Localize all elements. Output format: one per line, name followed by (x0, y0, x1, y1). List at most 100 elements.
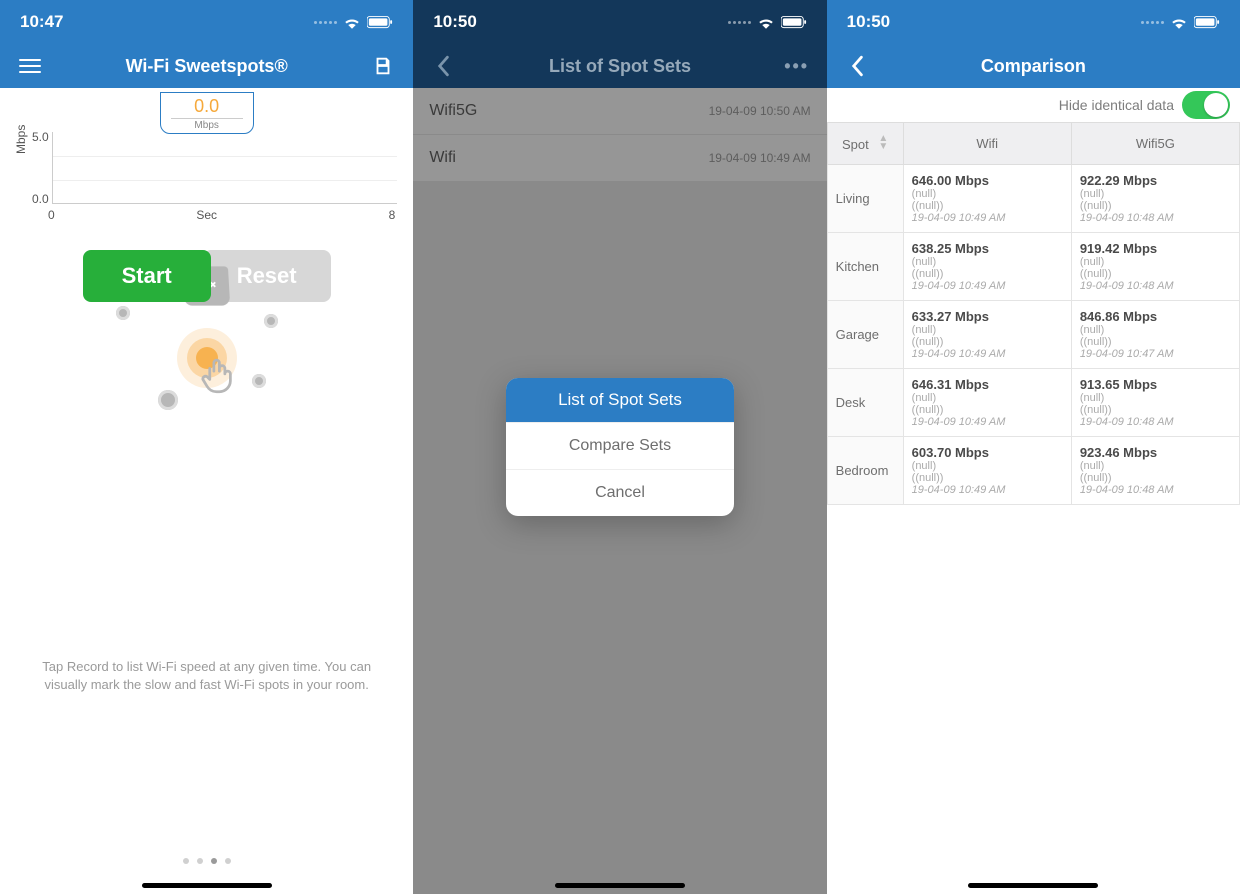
x-tick-max: 8 (389, 208, 396, 222)
start-button[interactable]: Start (83, 250, 211, 302)
cell-timestamp: 19-04-09 10:47 AM (1080, 348, 1231, 360)
data-cell-a: 603.70 Mbps(null)((null))19-04-09 10:49 … (903, 437, 1071, 505)
cell-speed: 633.27 Mbps (912, 309, 1063, 324)
cell-speed: 846.86 Mbps (1080, 309, 1231, 324)
table-row: Kitchen638.25 Mbps(null)((null))19-04-09… (827, 233, 1239, 301)
y-tick-min: 0.0 (32, 192, 49, 206)
cell-timestamp: 19-04-09 10:49 AM (912, 416, 1063, 428)
main-content: 0.0 Mbps 5.0 0.0 Mbps 0 Sec 8 Start Rese… (0, 88, 413, 894)
cell-null: ((null)) (912, 404, 1063, 416)
speed-chart: 0.0 Mbps 5.0 0.0 Mbps 0 Sec 8 (8, 100, 405, 236)
save-icon (372, 55, 394, 77)
cancel-button[interactable]: Cancel (506, 469, 734, 516)
cell-speed: 922.29 Mbps (1080, 173, 1231, 188)
data-cell-b: 919.42 Mbps(null)((null))19-04-09 10:48 … (1071, 233, 1239, 301)
table-row: Bedroom603.70 Mbps(null)((null))19-04-09… (827, 437, 1239, 505)
cell-null: ((null)) (1080, 472, 1231, 484)
x-tick-min: 0 (48, 208, 55, 222)
save-button[interactable] (367, 55, 399, 77)
sheet-title: List of Spot Sets (506, 378, 734, 422)
modal-overlay[interactable]: List of Spot Sets Compare Sets Cancel (413, 0, 826, 894)
status-bar: 10:50 (827, 0, 1240, 44)
cell-null: ((null)) (912, 472, 1063, 484)
screen-comparison: 10:50 Comparison Hide identical data Spo… (827, 0, 1240, 894)
spot-dot-icon (158, 390, 178, 410)
compare-sets-button[interactable]: Compare Sets (506, 422, 734, 469)
page-indicator[interactable] (0, 858, 413, 864)
wifi-icon (1170, 15, 1188, 29)
cell-speed: 919.42 Mbps (1080, 241, 1231, 256)
page-dot (211, 858, 217, 864)
data-cell-b: 923.46 Mbps(null)((null))19-04-09 10:48 … (1071, 437, 1239, 505)
home-indicator[interactable] (142, 883, 272, 888)
spot-cell: Living (827, 165, 903, 233)
column-label: Spot (842, 137, 869, 152)
cell-speed: 646.00 Mbps (912, 173, 1063, 188)
chart-grid (52, 132, 397, 204)
cell-null: (null) (1080, 324, 1231, 336)
clock: 10:47 (20, 12, 63, 32)
cell-null: (null) (912, 256, 1063, 268)
column-header-spot[interactable]: Spot ▲▼ (827, 123, 903, 165)
status-icons (1141, 15, 1220, 29)
cell-null: (null) (1080, 256, 1231, 268)
cell-null: (null) (912, 324, 1063, 336)
wifi-icon (343, 15, 361, 29)
hint-text: Tap Record to list Wi-Fi speed at any gi… (8, 658, 405, 694)
cell-dots-icon (314, 21, 337, 24)
spot-cell: Kitchen (827, 233, 903, 301)
tap-hand-icon (201, 356, 235, 405)
cell-speed: 923.46 Mbps (1080, 445, 1231, 460)
speed-value: 0.0 (161, 97, 253, 115)
cell-null: (null) (912, 392, 1063, 404)
action-sheet: List of Spot Sets Compare Sets Cancel (506, 378, 734, 516)
spot-dot-icon (252, 374, 266, 388)
spot-cell: Desk (827, 369, 903, 437)
cell-timestamp: 19-04-09 10:49 AM (912, 212, 1063, 224)
cell-null: (null) (912, 188, 1063, 200)
column-header-a[interactable]: Wifi (903, 123, 1071, 165)
data-cell-b: 913.65 Mbps(null)((null))19-04-09 10:48 … (1071, 369, 1239, 437)
nav-bar: Comparison (827, 44, 1240, 88)
button-row: Start Reset (8, 250, 405, 302)
data-cell-b: 846.86 Mbps(null)((null))19-04-09 10:47 … (1071, 301, 1239, 369)
data-cell-a: 646.31 Mbps(null)((null))19-04-09 10:49 … (903, 369, 1071, 437)
speed-unit: Mbps (171, 118, 243, 131)
battery-icon (367, 16, 393, 29)
cell-timestamp: 19-04-09 10:48 AM (1080, 212, 1231, 224)
cell-timestamp: 19-04-09 10:49 AM (912, 484, 1063, 496)
cell-null: ((null)) (1080, 404, 1231, 416)
home-indicator[interactable] (968, 883, 1098, 888)
chevron-left-icon (850, 55, 864, 77)
touch-illustration (8, 328, 405, 448)
x-axis-label: Sec (196, 208, 217, 222)
table-row: Desk646.31 Mbps(null)((null))19-04-09 10… (827, 369, 1239, 437)
cell-null: (null) (912, 460, 1063, 472)
hide-identical-label: Hide identical data (1059, 97, 1174, 113)
back-button[interactable] (841, 55, 873, 77)
cell-null: (null) (1080, 460, 1231, 472)
menu-button[interactable] (14, 55, 46, 77)
battery-icon (1194, 16, 1220, 29)
hide-identical-row: Hide identical data (827, 88, 1240, 122)
table-row: Living646.00 Mbps(null)((null))19-04-09 … (827, 165, 1239, 233)
cell-timestamp: 19-04-09 10:48 AM (1080, 416, 1231, 428)
cell-null: (null) (1080, 188, 1231, 200)
data-cell-a: 646.00 Mbps(null)((null))19-04-09 10:49 … (903, 165, 1071, 233)
status-bar: 10:47 (0, 0, 413, 44)
cell-speed: 913.65 Mbps (1080, 377, 1231, 392)
column-header-b[interactable]: Wifi5G (1071, 123, 1239, 165)
cell-dots-icon (1141, 21, 1164, 24)
hamburger-icon (19, 55, 41, 77)
home-indicator[interactable] (555, 883, 685, 888)
hide-identical-toggle[interactable] (1182, 91, 1230, 119)
cell-speed: 638.25 Mbps (912, 241, 1063, 256)
y-tick-max: 5.0 (32, 130, 49, 144)
nav-bar: Wi-Fi Sweetspots® (0, 44, 413, 88)
spot-cell: Garage (827, 301, 903, 369)
page-title: Wi-Fi Sweetspots® (46, 56, 367, 77)
sort-icon: ▲▼ (878, 135, 888, 151)
data-cell-a: 633.27 Mbps(null)((null))19-04-09 10:49 … (903, 301, 1071, 369)
cell-null: ((null)) (912, 200, 1063, 212)
cell-null: (null) (1080, 392, 1231, 404)
